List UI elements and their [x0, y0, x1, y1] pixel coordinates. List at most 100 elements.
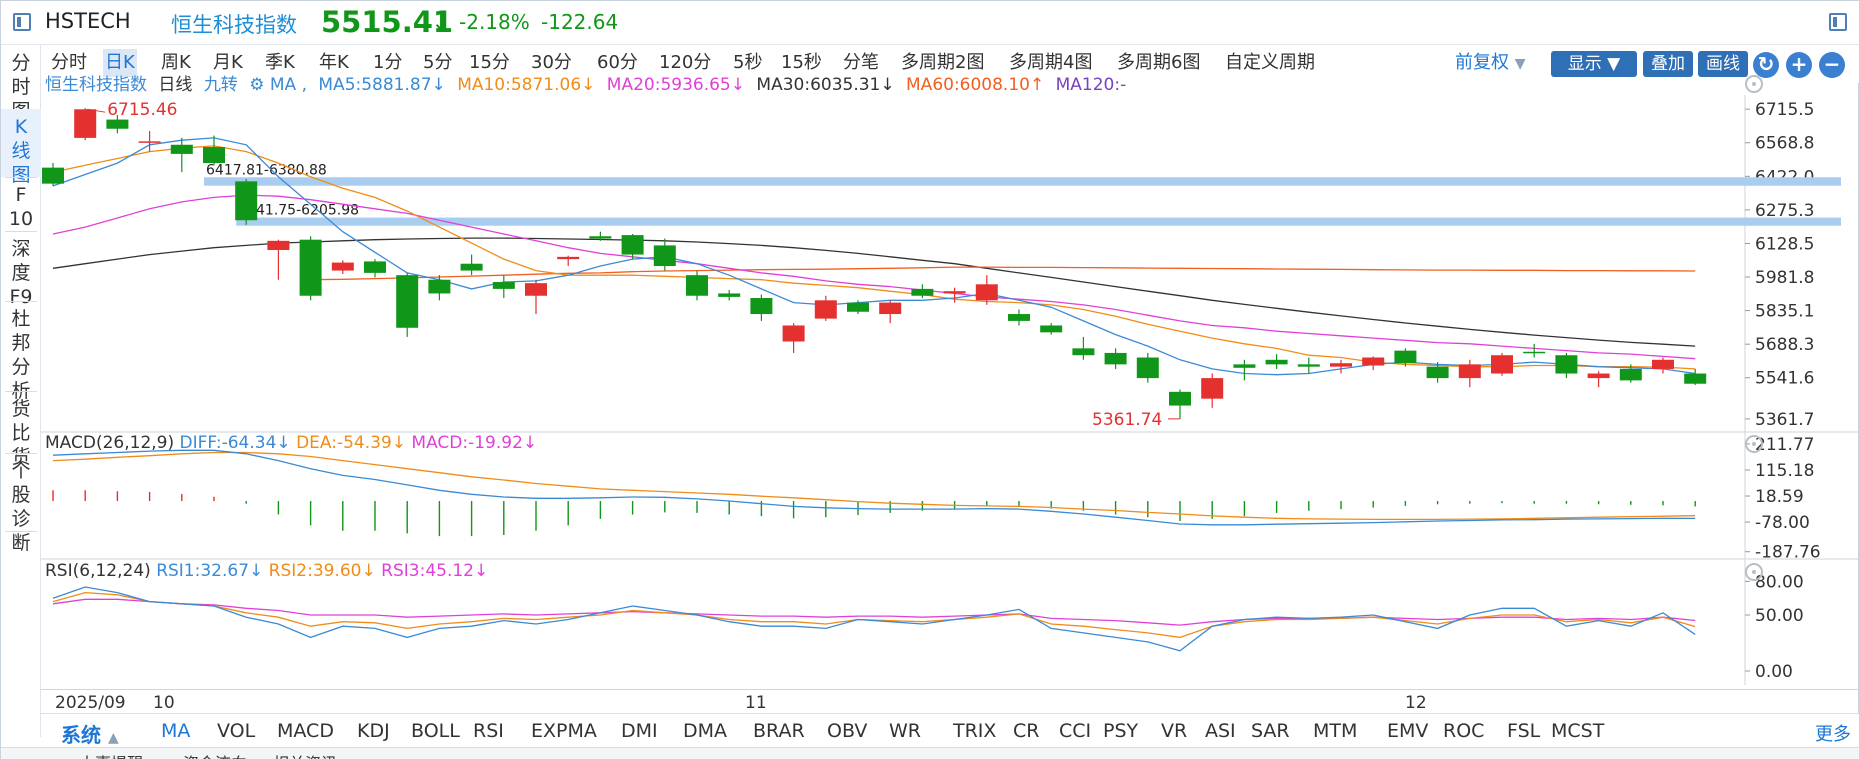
candle-body: [718, 293, 741, 297]
rsi2-line: [52, 591, 1696, 639]
candle-body: [1136, 357, 1159, 379]
adjust-dropdown[interactable]: 前复权 ▼: [1453, 49, 1528, 77]
macd-legend: MACD(26,12,9) DIFF:-64.34↓ DEA:-54.39↓ M…: [45, 433, 537, 453]
indicator-tab[interactable]: CCI: [1059, 720, 1091, 742]
ticker-symbol: HSTECH: [45, 9, 131, 33]
candle-body: [814, 300, 837, 319]
zoom-out-icon[interactable]: −: [1819, 52, 1845, 78]
indicator-tab[interactable]: PSY: [1103, 720, 1138, 742]
indicator-tab[interactable]: WR: [889, 720, 921, 742]
indicator-tab[interactable]: RSI: [473, 720, 504, 742]
rsi-settings-icon[interactable]: [1745, 563, 1763, 581]
period-option[interactable]: 年K: [317, 49, 351, 77]
tab-diagnosis[interactable]: 个 股 诊 断: [1, 453, 41, 554]
tab-f10[interactable]: F 10: [1, 177, 41, 231]
chart-area[interactable]: 6715.56568.86422.06275.36128.55981.85835…: [41, 95, 1859, 685]
price-tick-label: 6715.5: [1755, 100, 1814, 120]
indicator-tab[interactable]: BRAR: [753, 720, 805, 742]
zoom-in-icon[interactable]: +: [1786, 52, 1812, 78]
indicator-tab[interactable]: ASI: [1205, 720, 1236, 742]
indicator-tab[interactable]: VOL: [217, 720, 255, 742]
period-option[interactable]: 月K: [211, 49, 245, 77]
legend-ma5: MA5:5881.87↓: [318, 75, 446, 95]
system-indicator-menu[interactable]: 系统 ▲: [61, 719, 119, 748]
indicator-tab[interactable]: EMV: [1387, 720, 1428, 742]
candle-body: [1040, 325, 1063, 333]
period-daily-k-active[interactable]: 日K: [103, 49, 137, 77]
macd-value: MACD:-19.92↓: [411, 433, 538, 453]
date-label: 10: [153, 693, 175, 713]
chevron-down-icon: ▼: [1514, 56, 1526, 72]
period-option[interactable]: 自定义周期: [1223, 49, 1317, 77]
tab-depth-f9[interactable]: 深 度 F9: [1, 231, 41, 308]
candle-body: [1297, 364, 1320, 367]
indicator-tab[interactable]: DMI: [621, 720, 658, 742]
display-button[interactable]: 显示 ▼: [1551, 51, 1637, 77]
indicator-tab[interactable]: EXPMA: [531, 720, 597, 742]
indicator-tab[interactable]: MTM: [1313, 720, 1357, 742]
period-option[interactable]: 120分: [657, 49, 713, 77]
period-option[interactable]: 多周期6图: [1115, 49, 1202, 77]
overlay-button[interactable]: 叠加: [1643, 51, 1693, 77]
period-option[interactable]: 5秒: [731, 49, 764, 77]
tab-compare[interactable]: 货 比 货: [1, 391, 41, 468]
period-option[interactable]: 分笔: [841, 49, 881, 77]
legend-period[interactable]: 日线: [158, 75, 192, 95]
price-tick-label: 6128.5: [1755, 234, 1814, 254]
indicator-tab[interactable]: VR: [1161, 720, 1187, 742]
bottom-tab[interactable]: 资金流向: [183, 750, 247, 759]
period-option[interactable]: 多周期2图: [899, 49, 986, 77]
period-option[interactable]: 60分: [595, 49, 640, 77]
candle-body: [943, 291, 966, 294]
indicator-tab[interactable]: MCST: [1551, 720, 1604, 742]
indicator-tab[interactable]: KDJ: [357, 720, 390, 742]
candle-body: [138, 141, 161, 143]
resistance-zone: [236, 217, 1842, 226]
indicator-tab[interactable]: MACD: [277, 720, 334, 742]
price-tick-label: 5688.3: [1755, 335, 1814, 355]
window-restore-icon[interactable]: [1829, 13, 1847, 31]
gear-icon[interactable]: ⚙: [249, 75, 264, 95]
period-option[interactable]: 5分: [421, 49, 454, 77]
period-option[interactable]: 15秒: [779, 49, 824, 77]
indicator-tab[interactable]: CR: [1013, 720, 1039, 742]
candle-body: [589, 236, 612, 239]
indicator-tab[interactable]: SAR: [1251, 720, 1290, 742]
refresh-icon[interactable]: ↻: [1753, 52, 1779, 78]
window-layout-icon[interactable]: [13, 13, 31, 31]
main-chart-settings-icon[interactable]: [1745, 75, 1763, 93]
indicator-tab[interactable]: FSL: [1507, 720, 1540, 742]
period-option[interactable]: 1分: [371, 49, 404, 77]
period-option[interactable]: 季K: [263, 49, 297, 77]
macd-settings-icon[interactable]: [1745, 435, 1763, 453]
tab-dupont[interactable]: 杜 邦 分 析: [1, 301, 41, 402]
indicator-tab[interactable]: OBV: [827, 720, 867, 742]
date-label: 2025/09: [55, 693, 126, 713]
indicator-tab[interactable]: TRIX: [953, 720, 996, 742]
tab-divider: [5, 531, 37, 532]
tab-kline[interactable]: K 线 图: [1, 109, 41, 186]
indicator-tabs: 系统 ▲ MA VOL MACD KDJ BOLL RSI EXPMA DMI DMA BRAR O…: [41, 713, 1859, 747]
period-option[interactable]: 30分: [529, 49, 574, 77]
index-name: 恒生科技指数: [171, 13, 297, 37]
bottom-tab[interactable]: 相关资讯: [273, 750, 337, 759]
legend-nine-turn[interactable]: 九转: [204, 75, 238, 95]
bottom-tab[interactable]: 大事提醒: [79, 750, 143, 759]
more-indicators-button[interactable]: 更多: [1815, 720, 1851, 746]
tab-timeshare[interactable]: 分 时 图: [1, 45, 41, 122]
indicator-tab[interactable]: BOLL: [411, 720, 460, 742]
period-option[interactable]: 分时: [49, 49, 89, 77]
candle-body: [1072, 348, 1095, 356]
macd-tick-label: 211.77: [1755, 435, 1814, 455]
candle-body: [621, 235, 644, 255]
indicator-tab[interactable]: DMA: [683, 720, 727, 742]
draw-line-button[interactable]: 画线: [1698, 51, 1748, 77]
indicator-tab[interactable]: ROC: [1443, 720, 1484, 742]
period-option[interactable]: 周K: [159, 49, 193, 77]
price-chart-svg[interactable]: 6715.56568.86422.06275.36128.55981.85835…: [41, 95, 1859, 685]
period-option[interactable]: 多周期4图: [1007, 49, 1094, 77]
candle-body: [331, 262, 354, 271]
indicator-tab[interactable]: MA: [161, 720, 190, 742]
candle-body: [42, 167, 64, 184]
period-option[interactable]: 15分: [467, 49, 512, 77]
